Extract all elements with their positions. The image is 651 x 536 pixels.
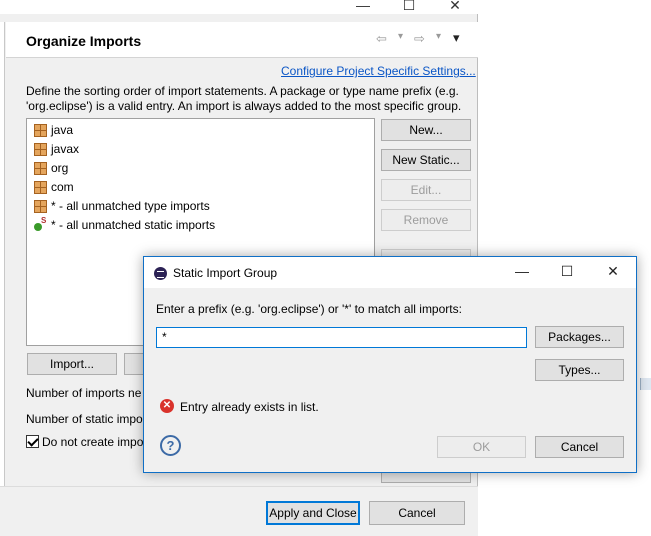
eclipse-icon bbox=[154, 267, 167, 280]
list-item-label: javax bbox=[51, 142, 80, 156]
maximize-icon[interactable]: ☐ bbox=[544, 263, 590, 280]
prefix-input[interactable]: * bbox=[156, 327, 527, 348]
forward-dropdown-icon[interactable]: ▾ bbox=[436, 31, 441, 42]
import-button[interactable]: Import... bbox=[27, 353, 117, 375]
list-item-label: com bbox=[51, 180, 74, 194]
page-header: Organize Imports ⇦ ▾ ⇨ ▾ ▾ bbox=[6, 22, 478, 58]
back-arrow-icon[interactable]: ⇦ bbox=[376, 31, 387, 47]
page-title: Organize Imports bbox=[26, 33, 142, 49]
num-imports-label: Number of imports ne bbox=[26, 386, 142, 400]
cancel-button[interactable]: Cancel bbox=[369, 501, 465, 525]
package-icon bbox=[34, 199, 47, 213]
minimize-icon[interactable]: — bbox=[499, 263, 545, 279]
packages-button[interactable]: Packages... bbox=[535, 326, 624, 348]
edge-widget bbox=[640, 378, 651, 390]
do-not-create-imports-label: Do not create impo bbox=[42, 435, 144, 449]
list-item-label: org bbox=[51, 161, 69, 175]
new-static-button[interactable]: New Static... bbox=[381, 149, 471, 171]
new-button[interactable]: New... bbox=[381, 119, 471, 141]
forward-arrow-icon[interactable]: ⇨ bbox=[414, 31, 425, 47]
apply-and-close-button[interactable]: Apply and Close bbox=[266, 501, 360, 525]
back-dropdown-icon[interactable]: ▾ bbox=[398, 31, 403, 42]
remove-button[interactable]: Remove bbox=[381, 209, 471, 231]
types-button[interactable]: Types... bbox=[535, 359, 624, 381]
dialog-title: Static Import Group bbox=[173, 266, 278, 280]
num-static-imports-label: Number of static impo bbox=[26, 412, 143, 426]
list-item[interactable]: java bbox=[34, 121, 73, 139]
close-icon[interactable]: ✕ bbox=[590, 263, 636, 280]
view-menu-icon[interactable]: ▾ bbox=[453, 30, 460, 46]
description-line-1: Define the sorting order of import state… bbox=[26, 84, 459, 98]
package-icon bbox=[34, 123, 47, 137]
error-icon: ✕ bbox=[160, 399, 174, 413]
list-item[interactable]: org bbox=[34, 159, 68, 177]
static-import-icon: S bbox=[34, 216, 47, 232]
package-icon bbox=[34, 142, 47, 156]
list-item-label: * - all unmatched type imports bbox=[51, 199, 210, 213]
button-bar: Apply and Close Cancel bbox=[0, 486, 478, 536]
help-icon[interactable]: ? bbox=[160, 435, 181, 456]
list-item-label: java bbox=[51, 123, 74, 137]
configure-project-settings-link[interactable]: Configure Project Specific Settings... bbox=[281, 64, 476, 78]
static-import-group-dialog: Static Import Group — ☐ ✕ Enter a prefix… bbox=[143, 256, 637, 473]
close-icon[interactable]: ✕ bbox=[432, 0, 478, 12]
minimize-icon[interactable]: — bbox=[340, 0, 386, 12]
list-item[interactable]: com bbox=[34, 178, 74, 196]
dialog-cancel-button[interactable]: Cancel bbox=[535, 436, 624, 458]
list-item[interactable]: * - all unmatched type imports bbox=[34, 197, 210, 215]
prefix-prompt: Enter a prefix (e.g. 'org.eclipse') or '… bbox=[156, 302, 462, 316]
package-icon bbox=[34, 180, 47, 194]
list-item[interactable]: javax bbox=[34, 140, 79, 158]
maximize-icon[interactable]: ☐ bbox=[386, 0, 432, 12]
ok-button[interactable]: OK bbox=[437, 436, 526, 458]
edit-button[interactable]: Edit... bbox=[381, 179, 471, 201]
package-icon bbox=[34, 161, 47, 175]
do-not-create-imports-checkbox[interactable] bbox=[26, 435, 39, 448]
list-item-label: * - all unmatched static imports bbox=[51, 218, 216, 232]
description-line-2: 'org.eclipse') is a valid entry. An impo… bbox=[26, 99, 462, 113]
list-item[interactable]: S * - all unmatched static imports bbox=[34, 216, 215, 234]
preferences-tree-panel bbox=[0, 22, 5, 492]
dialog-title-bar: Static Import Group — ☐ ✕ bbox=[144, 257, 636, 288]
error-message: Entry already exists in list. bbox=[180, 400, 319, 414]
